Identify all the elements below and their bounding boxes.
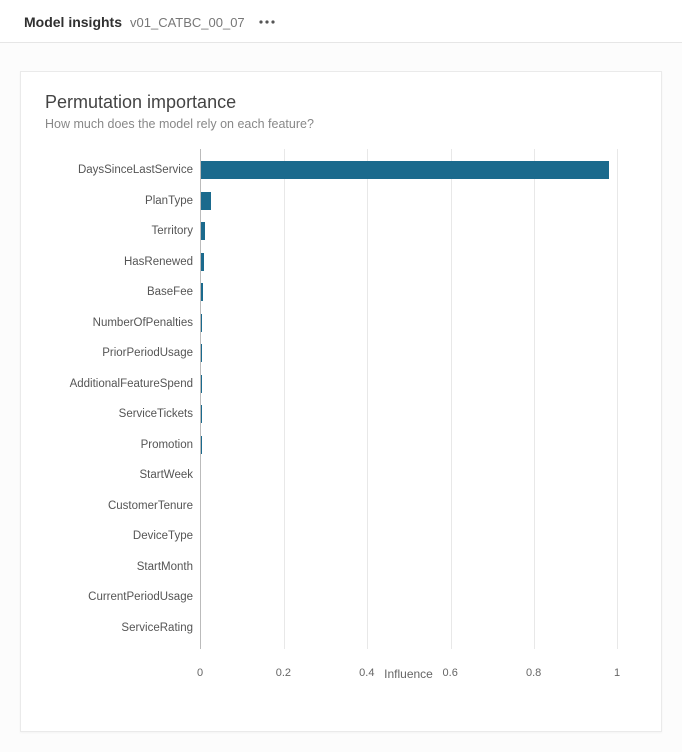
chart-bar-row: DaysSinceLastService — [201, 161, 617, 179]
content-area: Permutation importance How much does the… — [0, 43, 682, 752]
x-tick-label: 0.6 — [443, 667, 458, 679]
y-category-label: PriorPeriodUsage — [43, 347, 193, 359]
chart-bar-row: StartMonth — [201, 558, 617, 576]
chart-bar-row: ServiceTickets — [201, 405, 617, 423]
chart-bar-row: Promotion — [201, 436, 617, 454]
y-category-label: StartWeek — [43, 469, 193, 481]
y-category-label: BaseFee — [43, 286, 193, 298]
y-category-label: StartMonth — [43, 561, 193, 573]
permutation-importance-chart: DaysSinceLastService PlanType Territory Has… — [45, 149, 637, 707]
y-category-label: NumberOfPenalties — [43, 317, 193, 329]
y-category-label: HasRenewed — [43, 256, 193, 268]
y-category-label: ServiceTickets — [43, 408, 193, 420]
chart-bar-row: CurrentPeriodUsage — [201, 588, 617, 606]
permutation-importance-card: Permutation importance How much does the… — [20, 71, 662, 732]
chart-plot-area: DaysSinceLastService PlanType Territory Has… — [200, 149, 617, 649]
x-tick-label: 0 — [197, 667, 203, 679]
chart-bar-row: HasRenewed — [201, 253, 617, 271]
chart-bar-row: ServiceRating — [201, 619, 617, 637]
chart-gridline — [617, 149, 618, 649]
chart-bar — [201, 283, 203, 301]
chart-bar-row: PlanType — [201, 192, 617, 210]
chart-bar — [201, 314, 202, 332]
y-category-label: Promotion — [43, 439, 193, 451]
card-subtitle: How much does the model rely on each fea… — [45, 117, 637, 131]
y-category-label: DaysSinceLastService — [43, 164, 193, 176]
chart-bar-row: PriorPeriodUsage — [201, 344, 617, 362]
chart-bar-row: BaseFee — [201, 283, 617, 301]
chart-bar — [201, 192, 211, 210]
chart-bar — [201, 161, 609, 179]
x-tick-label: 1 — [614, 667, 620, 679]
y-category-label: PlanType — [43, 195, 193, 207]
card-title: Permutation importance — [45, 92, 637, 113]
chart-bar — [201, 253, 204, 271]
chart-bar-row: AdditionalFeatureSpend — [201, 375, 617, 393]
ellipsis-icon — [259, 20, 275, 24]
chart-bar-row: StartWeek — [201, 466, 617, 484]
page-title: Model insights — [24, 14, 122, 30]
chart-bar-row: DeviceType — [201, 527, 617, 545]
x-tick-label: 0.2 — [276, 667, 291, 679]
more-menu-button[interactable] — [257, 12, 277, 32]
y-category-label: Territory — [43, 225, 193, 237]
y-category-label: CurrentPeriodUsage — [43, 591, 193, 603]
y-category-label: ServiceRating — [43, 622, 193, 634]
chart-bar — [201, 222, 205, 240]
y-category-label: CustomerTenure — [43, 500, 193, 512]
model-version-label: v01_CATBC_00_07 — [130, 15, 245, 30]
chart-bar-row: CustomerTenure — [201, 497, 617, 515]
y-category-label: AdditionalFeatureSpend — [43, 378, 193, 390]
page-header: Model insights v01_CATBC_00_07 — [0, 0, 682, 43]
y-category-label: DeviceType — [43, 530, 193, 542]
chart-bar-row: Territory — [201, 222, 617, 240]
chart-bar — [201, 344, 202, 362]
x-tick-label: 0.8 — [526, 667, 541, 679]
chart-bar-row: NumberOfPenalties — [201, 314, 617, 332]
x-axis-label: Influence — [200, 667, 617, 681]
x-tick-label: 0.4 — [359, 667, 374, 679]
chart-x-axis: Influence 0 0.2 0.4 0.6 0.8 1 — [200, 667, 617, 707]
